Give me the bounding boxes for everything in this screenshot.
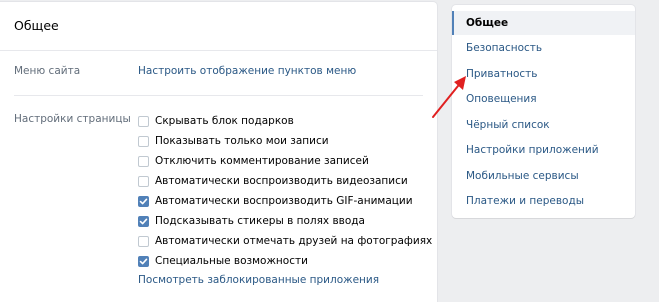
section-divider [14,95,423,96]
option-auto-tag-friends[interactable]: Автоматически отмечать друзей на фотогра… [138,231,432,251]
option-label: Отключить комментирование записей [155,155,369,167]
checkbox[interactable] [138,175,149,187]
option-autoplay-video[interactable]: Автоматически воспроизводить видеозаписи [138,171,432,191]
title-divider [0,50,437,51]
nav-item-general[interactable]: Общее [452,11,635,35]
option-autoplay-gif[interactable]: Автоматически воспроизводить GIF-анимаци… [138,191,432,211]
page-settings-options: Скрывать блок подарков Показывать только… [138,111,432,271]
checkbox[interactable] [138,215,149,227]
settings-nav: Общее Безопасность Приватность Оповещени… [452,5,635,218]
checkmark-icon [139,218,148,224]
page-settings-label: Настройки страницы [14,113,131,125]
nav-item-notifications[interactable]: Оповещения [452,87,635,111]
option-label: Автоматически отмечать друзей на фотогра… [155,235,433,247]
nav-item-security[interactable]: Безопасность [452,36,635,60]
option-only-my-posts[interactable]: Показывать только мои записи [138,131,432,151]
configure-menu-link[interactable]: Настроить отображение пунктов меню [138,65,356,77]
checkmark-icon [139,258,148,264]
option-disable-comments[interactable]: Отключить комментирование записей [138,151,432,171]
nav-item-mobile-services[interactable]: Мобильные сервисы [452,164,635,188]
option-label: Подсказывать стикеры в полях ввода [155,215,365,227]
nav-item-privacy[interactable]: Приватность [452,62,635,86]
checkbox[interactable] [138,135,149,147]
checkbox[interactable] [138,155,149,167]
checkbox[interactable] [138,195,149,207]
option-label: Автоматически воспроизводить видеозаписи [155,175,408,187]
option-label: Скрывать блок подарков [155,115,294,127]
settings-main-card: Общее Меню сайта Настроить отображение п… [0,2,437,302]
nav-item-app-settings[interactable]: Настройки приложений [452,138,635,162]
menu-row-label: Меню сайта [14,65,81,77]
nav-item-payments[interactable]: Платежи и переводы [452,189,635,213]
checkbox[interactable] [138,115,149,127]
option-suggest-stickers[interactable]: Подсказывать стикеры в полях ввода [138,211,432,231]
option-label: Автоматически воспроизводить GIF-анимаци… [155,195,413,207]
nav-item-blacklist[interactable]: Чёрный список [452,113,635,137]
checkbox[interactable] [138,235,149,247]
option-accessibility[interactable]: Специальные возможности [138,251,432,271]
page-title: Общее [14,18,59,33]
option-label: Показывать только мои записи [155,135,329,147]
option-hide-gifts[interactable]: Скрывать блок подарков [138,111,432,131]
option-label: Специальные возможности [155,255,308,267]
checkmark-icon [139,198,148,204]
checkbox[interactable] [138,255,149,267]
blocked-apps-link[interactable]: Посмотреть заблокированные приложения [138,274,379,286]
